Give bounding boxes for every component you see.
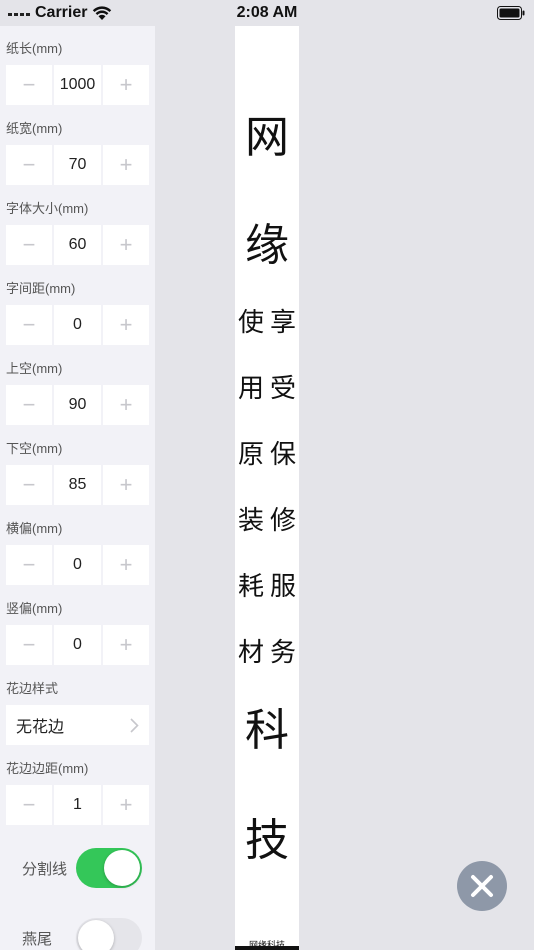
paper-length-plus-button[interactable]: + — [103, 65, 149, 105]
font-size-minus-button[interactable]: − — [6, 225, 52, 265]
char-spacing-label: 字间距(mm) — [6, 281, 76, 296]
divider-label: 分割线 — [22, 861, 68, 878]
border-margin-stepper: − 1 + — [6, 785, 149, 825]
char-spacing-plus-button[interactable]: + — [103, 305, 149, 345]
vertical-offset-label: 竖偏(mm) — [6, 601, 63, 616]
border-style-value: 无花边 — [16, 719, 65, 736]
bottom-margin-stepper: − 85 + — [6, 465, 149, 505]
preview-char: 保 — [269, 440, 296, 470]
paper-length-minus-button[interactable]: − — [6, 65, 52, 105]
horizontal-offset-value[interactable]: 0 — [54, 545, 101, 585]
preview-char: 修 — [269, 506, 296, 536]
swallowtail-label: 燕尾 — [22, 931, 53, 948]
horizontal-offset-plus-button[interactable]: + — [103, 545, 149, 585]
font-size-plus-button[interactable]: + — [103, 225, 149, 265]
font-size-value[interactable]: 60 — [54, 225, 101, 265]
paper-width-stepper: − 70 + — [6, 145, 149, 185]
top-margin-plus-button[interactable]: + — [103, 385, 149, 425]
preview-char: 缘 — [245, 220, 289, 271]
preview-char: 原 — [238, 440, 265, 470]
divider-toggle[interactable] — [76, 848, 142, 888]
bottom-margin-minus-button[interactable]: − — [6, 465, 52, 505]
preview-char-pair: 耗 服 — [238, 574, 296, 600]
preview-char: 科 — [245, 705, 289, 756]
paper-width-minus-button[interactable]: − — [6, 145, 52, 185]
preview-char: 网 — [245, 112, 289, 163]
preview-char: 受 — [269, 374, 296, 404]
top-margin-minus-button[interactable]: − — [6, 385, 52, 425]
paper-width-value[interactable]: 70 — [54, 145, 101, 185]
preview-char: 服 — [269, 572, 296, 602]
vertical-offset-plus-button[interactable]: + — [103, 625, 149, 665]
char-spacing-stepper: − 0 + — [6, 305, 149, 345]
preview-char-pair: 使 享 — [238, 310, 296, 336]
preview-char: 务 — [269, 638, 296, 668]
border-margin-value[interactable]: 1 — [54, 785, 101, 825]
swallowtail-toggle[interactable] — [76, 918, 142, 950]
chevron-right-icon — [119, 717, 149, 733]
paper-length-value[interactable]: 1000 — [54, 65, 101, 105]
vertical-offset-stepper: − 0 + — [6, 625, 149, 665]
preview-char: 享 — [269, 308, 296, 338]
bottom-margin-label: 下空(mm) — [6, 441, 63, 456]
horizontal-offset-minus-button[interactable]: − — [6, 545, 52, 585]
toggle-knob — [104, 850, 140, 886]
border-margin-plus-button[interactable]: + — [103, 785, 149, 825]
border-style-label: 花边样式 — [6, 681, 59, 696]
couplet-preview: 网 缘 使 享 用 受 原 保 装 修 耗 服 材 务 科 技 网缘科技 186… — [235, 26, 299, 950]
top-margin-value[interactable]: 90 — [54, 385, 101, 425]
font-size-stepper: − 60 + — [6, 225, 149, 265]
horizontal-offset-label: 横偏(mm) — [6, 521, 63, 536]
preview-char: 材 — [238, 638, 265, 668]
preview-char: 技 — [245, 815, 289, 866]
toggle-knob — [78, 920, 114, 950]
preview-char-pair: 原 保 — [238, 442, 296, 468]
top-margin-label: 上空(mm) — [6, 361, 63, 376]
preview-char: 耗 — [238, 572, 265, 602]
status-time: 2:08 AM — [236, 4, 298, 21]
close-icon — [471, 875, 493, 897]
char-spacing-value[interactable]: 0 — [54, 305, 101, 345]
settings-panel: 纸长(mm) − 1000 + 纸宽(mm) − 70 + 字体大小(mm) −… — [0, 26, 155, 950]
paper-bottom-edge — [235, 946, 299, 950]
paper-length-stepper: − 1000 + — [6, 65, 149, 105]
preview-char: 装 — [238, 506, 265, 536]
paper-length-label: 纸长(mm) — [6, 41, 63, 56]
font-size-label: 字体大小(mm) — [6, 201, 89, 216]
status-bar: Carrier 2:08 AM — [0, 0, 534, 26]
border-margin-minus-button[interactable]: − — [6, 785, 52, 825]
preview-char-pair: 用 受 — [238, 376, 296, 402]
battery-icon — [497, 6, 525, 20]
border-margin-label: 花边边距(mm) — [6, 761, 89, 776]
top-margin-stepper: − 90 + — [6, 385, 149, 425]
vertical-offset-minus-button[interactable]: − — [6, 625, 52, 665]
preview-char-pair: 装 修 — [238, 508, 296, 534]
divider-row: 分割线 — [0, 848, 155, 888]
paper-width-plus-button[interactable]: + — [103, 145, 149, 185]
char-spacing-minus-button[interactable]: − — [6, 305, 52, 345]
swallowtail-row: 燕尾 — [0, 918, 155, 950]
border-style-select[interactable]: 无花边 — [6, 705, 149, 745]
preview-char-pair: 材 务 — [238, 640, 296, 666]
close-button[interactable] — [457, 861, 507, 911]
preview-char: 使 — [238, 308, 265, 338]
paper-width-label: 纸宽(mm) — [6, 121, 63, 136]
vertical-offset-value[interactable]: 0 — [54, 625, 101, 665]
preview-char: 用 — [238, 374, 265, 404]
bottom-margin-value[interactable]: 85 — [54, 465, 101, 505]
bottom-margin-plus-button[interactable]: + — [103, 465, 149, 505]
horizontal-offset-stepper: − 0 + — [6, 545, 149, 585]
